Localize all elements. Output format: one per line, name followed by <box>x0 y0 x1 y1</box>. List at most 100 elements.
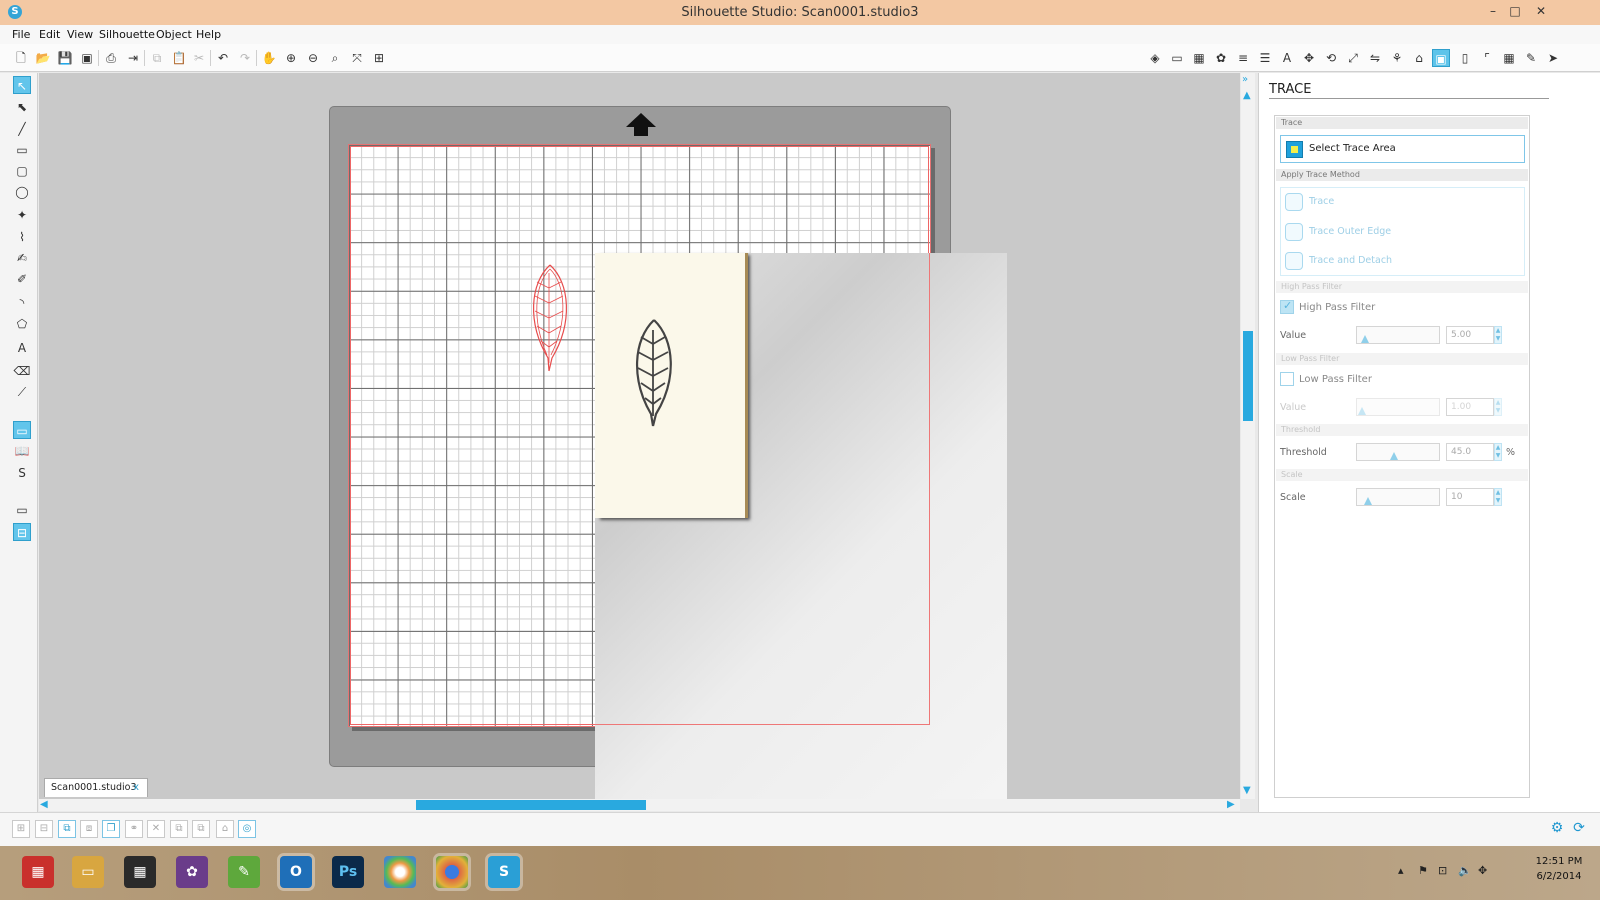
print-icon[interactable]: ⎙ <box>102 49 120 67</box>
grid-settings-icon[interactable]: ▦ <box>1500 49 1518 67</box>
high-pass-slider-handle[interactable] <box>1361 335 1369 343</box>
zoom-in-icon[interactable]: ⊕ <box>282 49 300 67</box>
redo-icon[interactable]: ↷ <box>236 49 254 67</box>
pan-hand-icon[interactable]: ✋ <box>260 49 278 67</box>
network-icon[interactable]: ⊡ <box>1438 864 1447 877</box>
high-pass-slider[interactable] <box>1356 326 1440 344</box>
single-view-icon[interactable]: ▭ <box>13 501 31 519</box>
document-tab[interactable]: Scan0001.studio3 x <box>44 778 148 797</box>
smooth-freehand-tool-icon[interactable]: ✐ <box>13 270 31 288</box>
cut-icon[interactable]: ✂ <box>190 49 208 67</box>
volume-icon[interactable]: 🔈 <box>1458 864 1472 877</box>
trace-icon[interactable]: ▣ <box>1432 49 1450 67</box>
rotate-icon[interactable]: ⟲ <box>1322 49 1340 67</box>
bring-to-front-icon[interactable]: ⧉ <box>170 820 188 838</box>
align-icon[interactable]: ⌂ <box>216 820 234 838</box>
fit-to-page-icon[interactable]: ⊞ <box>370 49 388 67</box>
menu-file[interactable]: File <box>12 28 30 41</box>
select-tool-icon[interactable]: ↖ <box>13 76 31 94</box>
delete-icon[interactable]: ✕ <box>147 820 165 838</box>
vertical-scroll-thumb[interactable] <box>1243 331 1253 421</box>
ungroup-icon[interactable]: ⊟ <box>35 820 53 838</box>
horizontal-scrollbar[interactable]: ◀ ▶ <box>39 799 1240 811</box>
design-page-icon[interactable]: ▭ <box>13 421 31 439</box>
polygon-tool-icon[interactable]: ✦ <box>13 206 31 224</box>
silhouette-studio-taskbar-icon[interactable]: S <box>488 856 520 888</box>
duplicate-icon[interactable]: ❐ <box>102 820 120 838</box>
menu-silhouette[interactable]: Silhouette <box>99 28 155 41</box>
show-hidden-icons-icon[interactable]: ▴ <box>1398 864 1404 877</box>
freehand-tool-icon[interactable]: ✍ <box>13 249 31 267</box>
horizontal-scroll-thumb[interactable] <box>416 800 646 810</box>
save-to-library-icon[interactable]: ▣ <box>78 49 96 67</box>
open-file-icon[interactable]: 📂 <box>34 49 52 67</box>
paste-icon[interactable]: 📋 <box>170 49 188 67</box>
refresh-icon[interactable]: ⟳ <box>1571 820 1587 836</box>
library-icon[interactable]: 📖 <box>13 442 31 460</box>
low-pass-spinner[interactable]: ▲ ▼ <box>1494 398 1502 416</box>
scale-icon[interactable]: ⤢ <box>1344 49 1362 67</box>
fill-color-icon[interactable]: ◈ <box>1146 49 1164 67</box>
fill-pattern-icon[interactable]: ▦ <box>1190 49 1208 67</box>
group-icon[interactable]: ⊞ <box>12 820 30 838</box>
taskbar-clock[interactable]: 12:51 PM 6/2/2014 <box>1524 854 1594 884</box>
new-file-icon[interactable]: 🗋 <box>12 49 30 67</box>
curve-tool-icon[interactable]: ⌇ <box>13 228 31 246</box>
traced-leaf-outline[interactable] <box>525 263 575 375</box>
file-explorer-icon[interactable]: ▭ <box>72 856 104 888</box>
zoom-selection-icon[interactable]: ⌕ <box>326 49 344 67</box>
send-to-silhouette-icon[interactable]: ⇥ <box>124 49 142 67</box>
silhouette-store-icon[interactable]: S <box>13 464 31 482</box>
scale-spinner[interactable]: ▲ ▼ <box>1494 488 1502 506</box>
registration-marks-icon[interactable]: ⌜ <box>1478 49 1496 67</box>
edit-points-tool-icon[interactable]: ⬉ <box>13 98 31 116</box>
threshold-slider-handle[interactable] <box>1390 452 1398 460</box>
trace-and-detach-button[interactable]: Trace and Detach <box>1283 250 1521 272</box>
minimize-button[interactable]: – <box>1484 2 1502 20</box>
select-trace-area-button[interactable]: Select Trace Area <box>1280 135 1525 163</box>
low-pass-value-field[interactable]: 1.00 <box>1446 398 1494 416</box>
trace-button[interactable]: Trace <box>1283 191 1521 213</box>
outlook-icon[interactable]: O <box>280 856 312 888</box>
weld-icon[interactable]: ⚭ <box>125 820 143 838</box>
eraser-tool-icon[interactable]: ⌫ <box>13 362 31 380</box>
offset-tool-icon[interactable]: ◎ <box>238 820 256 838</box>
scroll-down-icon[interactable]: ▼ <box>1243 786 1251 796</box>
rectangle-tool-icon[interactable]: ▭ <box>13 141 31 159</box>
threshold-slider[interactable] <box>1356 443 1440 461</box>
transform-icon[interactable]: ✥ <box>1300 49 1318 67</box>
trace-outer-edge-button[interactable]: Trace Outer Edge <box>1283 221 1521 243</box>
save-icon[interactable]: 💾 <box>56 49 74 67</box>
low-pass-checkbox[interactable] <box>1280 372 1294 386</box>
threshold-value-field[interactable]: 45.0 <box>1446 443 1494 461</box>
line-color-icon[interactable]: ▭ <box>1168 49 1186 67</box>
design-canvas[interactable]: Scan0001.studio3 x <box>39 73 1240 799</box>
line-style-icon[interactable]: ≡ <box>1234 49 1252 67</box>
gradient-icon[interactable]: ✿ <box>1212 49 1230 67</box>
scroll-up-icon[interactable]: ▲ <box>1243 91 1251 101</box>
low-pass-slider-handle[interactable] <box>1358 407 1366 415</box>
low-pass-slider[interactable] <box>1356 398 1440 416</box>
split-view-icon[interactable]: ⊟ <box>13 523 31 541</box>
zoom-out-icon[interactable]: ⊖ <box>304 49 322 67</box>
picasa-icon[interactable] <box>384 856 416 888</box>
photos-icon[interactable]: ✿ <box>176 856 208 888</box>
text-style-icon[interactable]: A <box>1278 49 1296 67</box>
copy-icon[interactable]: ⧉ <box>148 49 166 67</box>
regular-polygon-tool-icon[interactable]: ⬠ <box>13 315 31 333</box>
calculator-icon[interactable]: ▦ <box>124 856 156 888</box>
send-to-cutter-icon[interactable]: ➤ <box>1544 49 1562 67</box>
menu-object[interactable]: Object <box>156 28 192 41</box>
ellipse-tool-icon[interactable]: ◯ <box>13 183 31 201</box>
text-tool-icon[interactable]: A <box>13 339 31 357</box>
evernote-icon[interactable]: ✎ <box>228 856 260 888</box>
undo-icon[interactable]: ↶ <box>214 49 232 67</box>
document-tab-close-icon[interactable]: x <box>133 779 139 797</box>
scale-value-field[interactable]: 10 <box>1446 488 1494 506</box>
vertical-scrollbar[interactable]: » ▲ ▼ <box>1241 73 1255 799</box>
chrome-icon[interactable] <box>436 856 468 888</box>
maximize-button[interactable]: □ <box>1506 2 1524 20</box>
offset-icon[interactable]: ⌂ <box>1410 49 1428 67</box>
action-center-flag-icon[interactable]: ⚑ <box>1418 864 1428 877</box>
page-setup-icon[interactable]: ▯ <box>1456 49 1474 67</box>
